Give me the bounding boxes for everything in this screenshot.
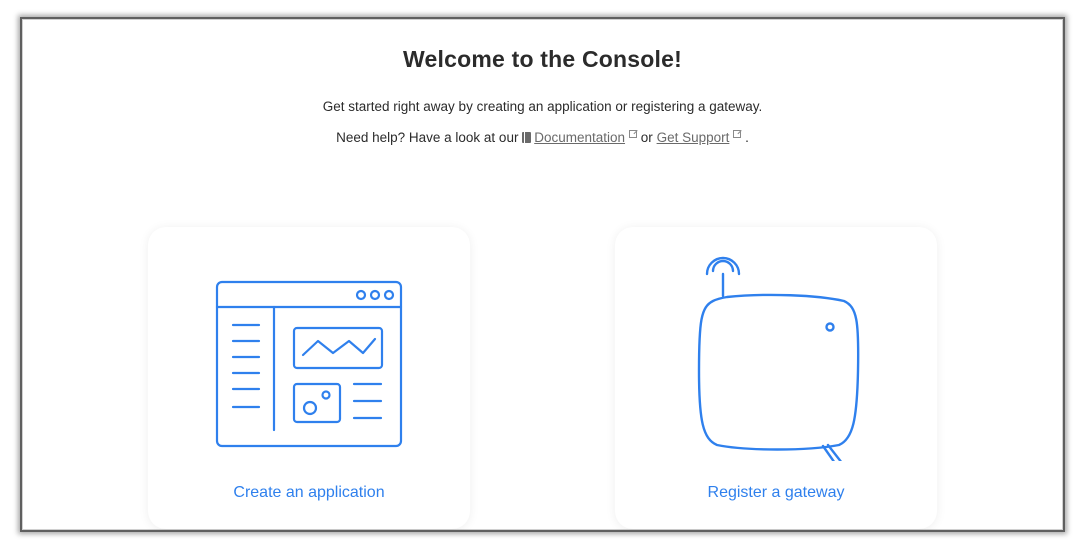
application-window-icon: [215, 280, 403, 448]
book-icon: [522, 132, 532, 143]
register-gateway-label: Register a gateway: [707, 484, 845, 501]
page-subtitle: Get started right away by creating an ap…: [322, 99, 763, 114]
gateway-device-icon: [697, 256, 860, 461]
page-title: Welcome to the Console!: [403, 46, 682, 72]
help-text: Need help? Have a look at our Documentat…: [23, 130, 1062, 145]
documentation-link[interactable]: Documentation: [534, 130, 625, 145]
or-text: or: [640, 130, 653, 145]
help-prefix: Need help? Have a look at our: [336, 130, 519, 145]
console-window: Welcome to the Console! Get started righ…: [20, 17, 1065, 532]
external-link-icon: [733, 130, 742, 138]
external-link-icon: [629, 130, 638, 138]
create-application-card[interactable]: Create an application: [148, 227, 470, 529]
console-content: Welcome to the Console! Get started righ…: [22, 19, 1063, 530]
get-support-link[interactable]: Get Support: [657, 130, 730, 145]
help-suffix: .: [745, 130, 749, 145]
register-gateway-card[interactable]: Register a gateway: [615, 227, 937, 529]
create-application-label: Create an application: [233, 484, 385, 501]
